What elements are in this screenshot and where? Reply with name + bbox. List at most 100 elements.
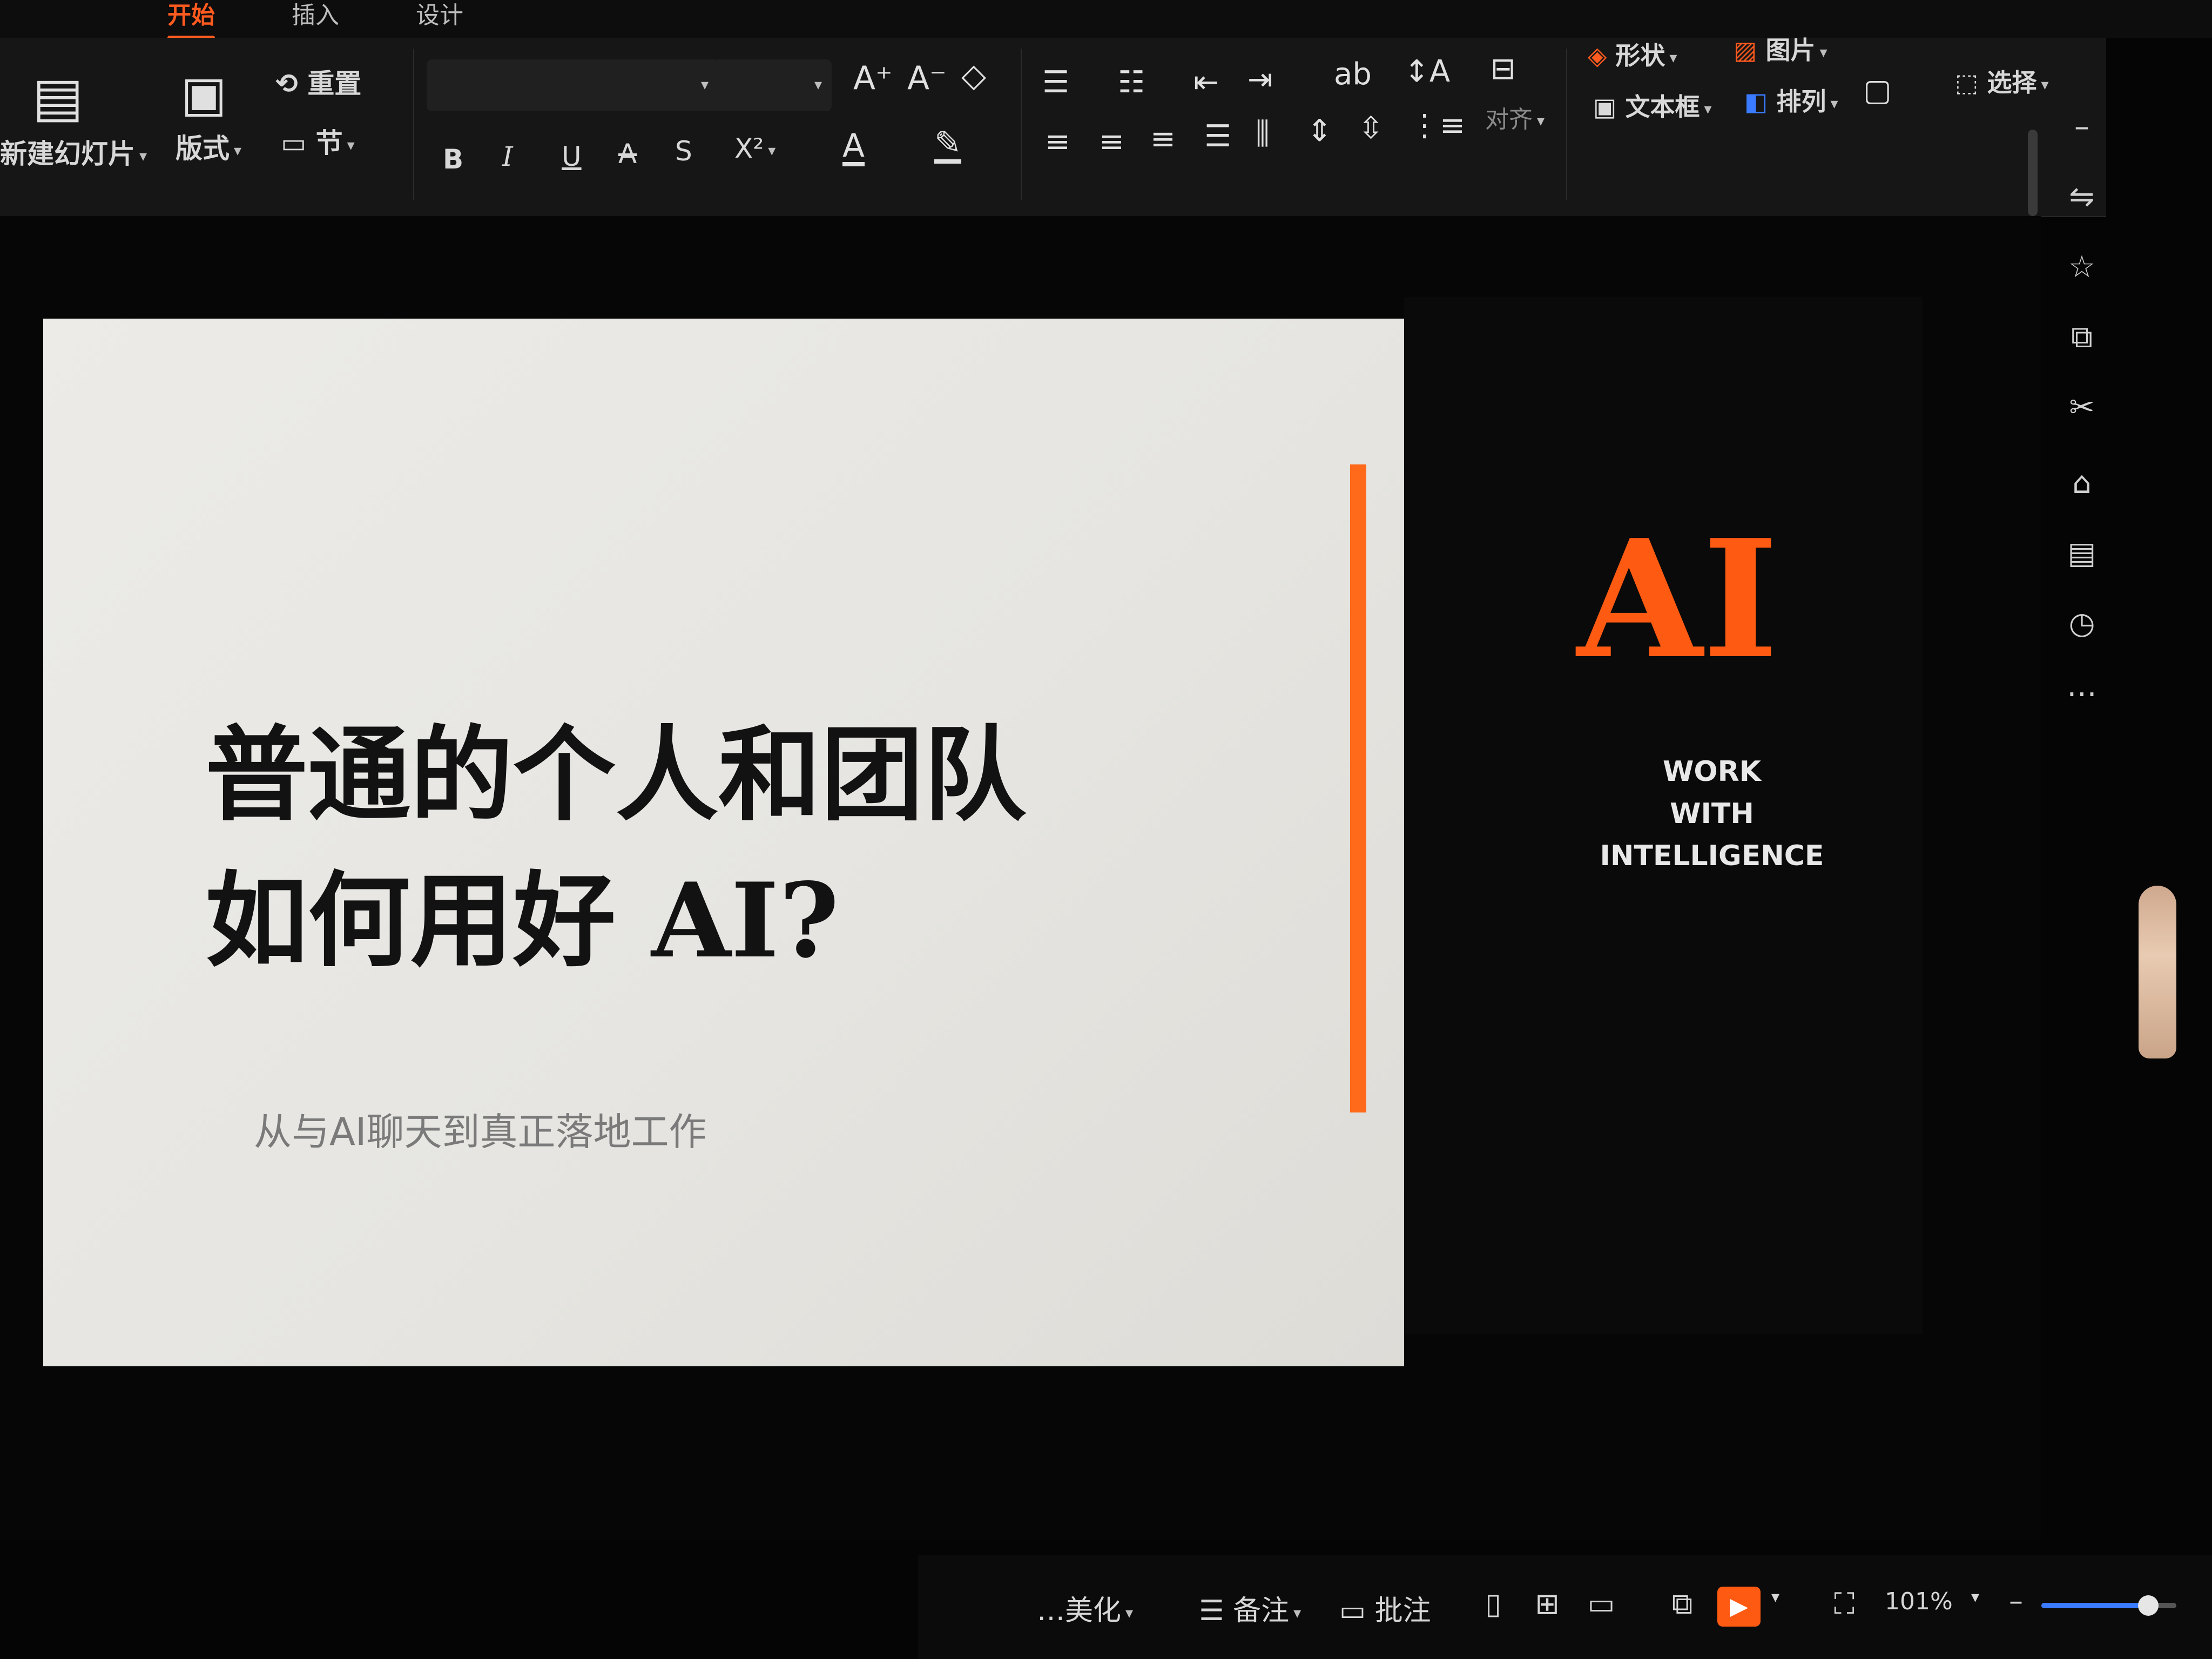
font-size-select[interactable]: ▾ (713, 59, 832, 111)
decrease-font-icon[interactable]: A⁻ (907, 62, 947, 95)
accent-bar (1350, 464, 1366, 1112)
collapse-icon[interactable]: – (2063, 108, 2101, 146)
numbered-list-icon[interactable]: ☷ (1118, 68, 1145, 98)
style-icon[interactable]: ⇋ (2063, 178, 2101, 216)
tab-home[interactable]: 开始 (167, 0, 215, 40)
bold-button[interactable]: B (443, 146, 463, 173)
bullet-list-icon[interactable]: ☰ (1042, 68, 1069, 98)
zoom-slider-knob[interactable] (2137, 1595, 2159, 1616)
underline-button[interactable]: U (562, 143, 582, 170)
tools-icon[interactable]: ✂ (2063, 389, 2101, 427)
clear-format-icon[interactable]: ◇ (961, 59, 986, 92)
ai-heading[interactable]: AI (1577, 518, 1778, 680)
layout-label: 版式 (176, 133, 230, 164)
zoom-menu-caret[interactable]: ▾ (1971, 1588, 1979, 1607)
text-direction-icon[interactable]: ↕A (1404, 57, 1450, 87)
new-slide-button[interactable]: 新建幻灯片 ▾ (0, 140, 147, 167)
zoom-level[interactable]: 101% (1885, 1588, 1953, 1615)
arrange-button[interactable]: ◧ 排列 ▾ (1744, 89, 1838, 114)
zoom-out-icon[interactable]: – (2009, 1585, 2023, 1617)
section-label: 节 (315, 127, 343, 159)
section-button[interactable]: ▭ 节 ▾ (281, 130, 355, 157)
zoom-slider[interactable] (2041, 1595, 2176, 1616)
notes-button[interactable]: ☰ 备注 ▾ (1199, 1588, 1301, 1628)
italic-button[interactable]: I (502, 143, 513, 170)
text-spacing-icon[interactable]: ab (1334, 59, 1372, 90)
comments-button[interactable]: ▭ 批注 (1339, 1588, 1431, 1628)
shapes-icon[interactable]: ⧉ (2063, 319, 2101, 356)
normal-view-icon[interactable]: ▯ (1474, 1585, 1512, 1623)
shape-button[interactable]: ◈ 形状 ▾ (1588, 43, 1677, 68)
slide-subtitle[interactable]: 从与AI聊天到真正落地工作 (254, 1102, 707, 1156)
select-label: 选择 (1987, 68, 2037, 97)
slide-title-line-2: 如何用好 AI? (205, 860, 839, 981)
reset-button[interactable]: ⟲ 重置 (275, 70, 361, 97)
new-slide-icon[interactable]: ▤ (32, 70, 83, 124)
ribbon-divider (413, 49, 414, 200)
outline-icon[interactable]: ▢ (1863, 76, 1892, 106)
play-options-caret[interactable]: ▾ (1771, 1588, 1779, 1607)
layout-icon[interactable]: ▣ (181, 70, 227, 119)
font-family-select[interactable]: ▾ (427, 59, 718, 111)
comments-label: 批注 (1374, 1595, 1431, 1627)
text-fit-icon[interactable]: ⊟ (1491, 54, 1516, 84)
tagline-line: INTELLIGENCE (1600, 840, 1824, 872)
justify-icon[interactable]: ☰ (1204, 122, 1231, 152)
presenter-view-icon[interactable]: ⧉ (1663, 1585, 1701, 1623)
picture-button[interactable]: ▨ 图片 ▾ (1734, 38, 1827, 63)
beautify-button[interactable]: …美化 ▾ (1037, 1588, 1133, 1628)
strikethrough-button[interactable]: A (618, 140, 637, 167)
increase-font-icon[interactable]: A⁺ (853, 62, 893, 95)
status-bar: …美化 ▾ ☰ 备注 ▾ ▭ 批注 ▯ ⊞ ▭ ⧉ ▶ ▾ ⛶ 101% ▾ – (918, 1555, 2212, 1659)
align-right-icon[interactable]: ≡ (1150, 124, 1176, 154)
font-color-icon[interactable]: A (842, 130, 865, 166)
star-icon[interactable]: ☆ (2063, 248, 2101, 286)
line-spacing-icon[interactable]: ⇕ (1307, 116, 1332, 146)
shadow-button[interactable]: S (675, 138, 692, 165)
history-icon[interactable]: ◷ (2063, 605, 2101, 643)
beautify-label: …美化 (1037, 1595, 1122, 1627)
reset-icon: ⟲ (275, 68, 308, 99)
paragraph-spacing-icon[interactable]: ⇳ (1358, 113, 1384, 144)
assistant-avatar[interactable] (2139, 886, 2176, 1058)
gift-icon[interactable]: ⌂ (2063, 464, 2101, 502)
increase-indent-icon[interactable]: ⇥ (1247, 65, 1273, 95)
zoom-slider-fill (2041, 1603, 2148, 1608)
arrange-label: 排列 (1776, 87, 1826, 116)
distribute-icon[interactable]: ⫼ (1256, 119, 1270, 149)
align-center-icon[interactable]: ≡ (1099, 127, 1124, 157)
slide-editing-area: 普通的个人和团队 如何用好 AI? 从与AI聊天到真正落地工作 AI WORK … (0, 216, 2041, 1539)
highlight-color-icon[interactable]: ✎ (934, 127, 962, 164)
picture-label: 图片 (1765, 36, 1816, 65)
superscript-button[interactable]: X² ▾ (734, 135, 775, 162)
layout-button[interactable]: 版式 ▾ (176, 135, 241, 162)
new-slide-label: 新建幻灯片 (0, 138, 135, 170)
align-text-button[interactable]: 对齐 ▾ (1485, 108, 1545, 132)
select-button[interactable]: ⬚ 选择 ▾ (1955, 70, 2049, 95)
textbox-icon: ▣ (1593, 92, 1626, 122)
align-left-icon[interactable]: ≡ (1045, 127, 1070, 157)
right-side-rail: – ⇋ ☆ ⧉ ✂ ⌂ ▤ ◷ ⋯ (2047, 108, 2122, 918)
tab-insert[interactable]: 插入 (292, 0, 339, 30)
reading-view-icon[interactable]: ▭ (1582, 1585, 1620, 1623)
align-text-label: 对齐 (1485, 106, 1533, 133)
play-slideshow-button[interactable]: ▶ (1717, 1587, 1761, 1627)
decrease-indent-icon[interactable]: ⇤ (1193, 68, 1219, 98)
vertical-scrollbar[interactable] (2028, 130, 2038, 216)
slide-title[interactable]: 普通的个人和团队 如何用好 AI? (205, 702, 1231, 994)
picture-icon: ▨ (1734, 36, 1766, 65)
comment-icon: ▭ (1339, 1595, 1375, 1627)
play-icon: ▶ (1730, 1593, 1748, 1620)
grid-view-icon[interactable]: ⊞ (1528, 1585, 1566, 1623)
textbox-button[interactable]: ▣ 文本框 ▾ (1593, 95, 1712, 119)
tab-design[interactable]: 设计 (416, 0, 463, 30)
columns-icon[interactable]: ⋮≡ (1410, 111, 1465, 141)
gallery-icon[interactable]: ▤ (2063, 535, 2101, 572)
more-dots-icon[interactable]: ⋯ (2063, 675, 2101, 713)
ribbon-divider (1566, 49, 1567, 200)
fit-window-icon[interactable]: ⛶ (1825, 1585, 1863, 1623)
section-icon: ▭ (281, 127, 316, 159)
tagline[interactable]: WORK WITH INTELLIGENCE (1599, 751, 1825, 877)
ribbon-toolbar: ▤ 新建幻灯片 ▾ ▣ 版式 ▾ ⟲ 重置 ▭ 节 ▾ ▾ ▾ A⁺ A⁻ ◇ B I… (0, 38, 2106, 217)
ribbon-tab-bar: 开始 插入 设计 (0, 0, 2212, 40)
